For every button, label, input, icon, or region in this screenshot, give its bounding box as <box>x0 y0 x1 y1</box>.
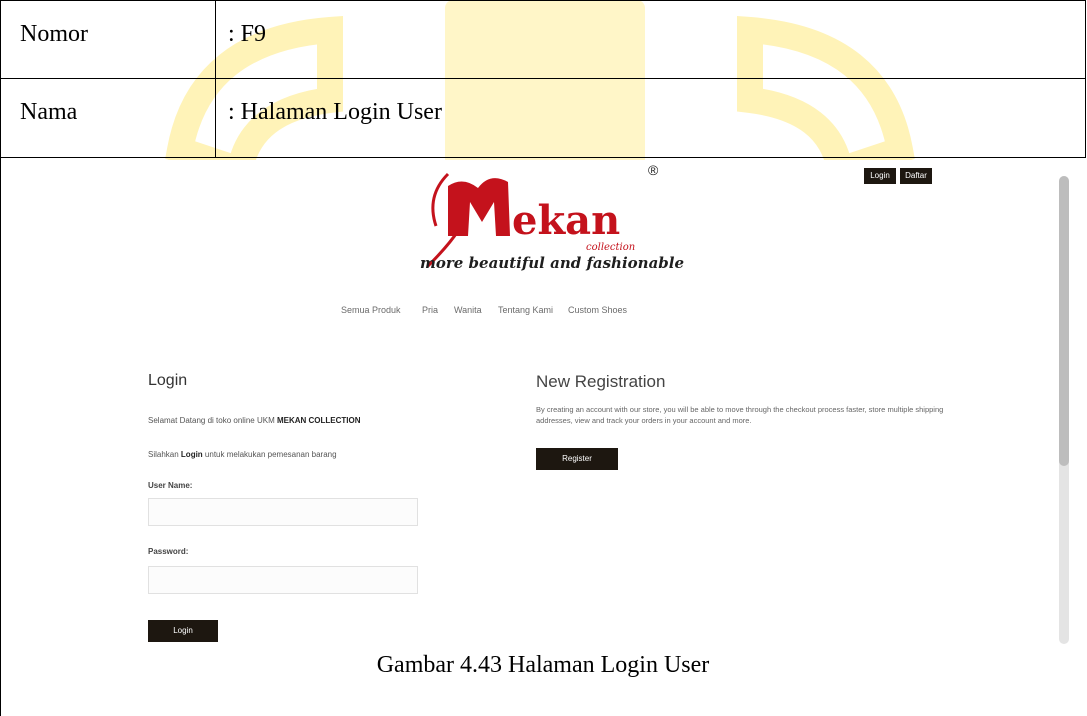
username-input[interactable] <box>148 498 418 526</box>
username-label: User Name: <box>148 481 193 490</box>
logo-subtext: collection <box>586 242 635 253</box>
top-login-button[interactable]: Login <box>864 168 896 184</box>
nav-tentang-kami[interactable]: Tentang Kami <box>498 305 553 315</box>
nav-wanita[interactable]: Wanita <box>454 305 482 315</box>
nav-pria[interactable]: Pria <box>422 305 438 315</box>
top-daftar-button[interactable]: Daftar <box>900 168 932 184</box>
scrollbar-thumb[interactable] <box>1059 176 1069 466</box>
scrollbar[interactable] <box>1059 176 1069 644</box>
welcome-text: Selamat Datang di toko online UKM MEKAN … <box>148 416 361 425</box>
label-nomor: Nomor <box>20 21 88 47</box>
login-heading: Login <box>148 372 188 389</box>
tagline: more beautiful and fashionable <box>420 254 685 272</box>
login-page-screenshot: Login Daftar ekan collection ® more beau… <box>8 160 1083 648</box>
value-nomor: : F9 <box>228 21 267 47</box>
value-nama: : Halaman Login User <box>228 99 442 125</box>
login-instruction: Silahkan Login untuk melakukan pemesanan… <box>148 450 337 459</box>
nav-custom-shoes[interactable]: Custom Shoes <box>568 305 627 315</box>
password-input[interactable] <box>148 566 418 594</box>
logo-text: ekan <box>512 197 620 244</box>
registration-heading: New Registration <box>536 372 666 391</box>
register-button[interactable]: Register <box>536 448 618 470</box>
login-button[interactable]: Login <box>148 620 218 642</box>
figure-caption: Gambar 4.43 Halaman Login User <box>376 652 710 678</box>
registration-description: By creating an account with our store, y… <box>536 405 944 425</box>
label-nama: Nama <box>20 99 78 125</box>
nav-semua-produk[interactable]: Semua Produk <box>341 305 401 315</box>
password-label: Password: <box>148 547 189 556</box>
registered-mark-icon: ® <box>648 162 659 178</box>
